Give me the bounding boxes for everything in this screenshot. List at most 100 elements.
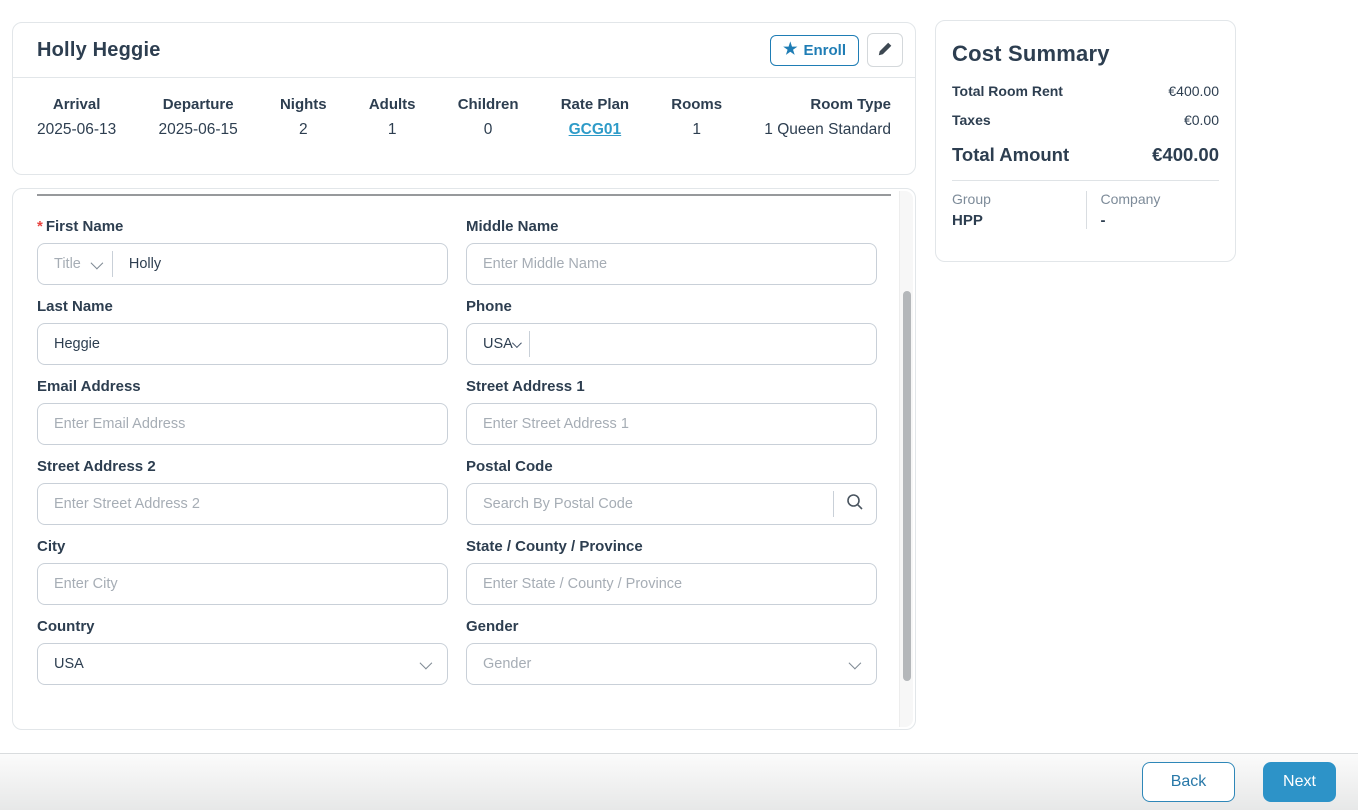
stay-col-rate-plan: Rate Plan GCG01: [561, 96, 629, 139]
state-input-group: [466, 563, 877, 605]
form-scrollbar-track[interactable]: [899, 191, 913, 727]
state-label: State / County / Province: [466, 538, 643, 555]
field-phone: Phone USA: [466, 298, 877, 365]
country-label: Country: [37, 618, 95, 635]
field-postal-code: Postal Code: [466, 458, 877, 525]
room-type-label: Room Type: [810, 96, 891, 113]
children-label: Children: [457, 96, 519, 113]
total-amount-value: €400.00: [1152, 144, 1219, 165]
departure-value: 2025-06-15: [158, 121, 238, 138]
group-col: Group HPP: [952, 191, 1086, 229]
stay-col-departure: Departure 2025-06-15: [158, 96, 237, 139]
adults-value: 1: [387, 121, 397, 138]
back-button[interactable]: Back: [1142, 762, 1235, 802]
field-street-address-2: Street Address 2: [37, 458, 448, 525]
phone-country-select[interactable]: USA: [467, 336, 529, 352]
company-label: Company: [1100, 191, 1161, 207]
arrival-value: 2025-06-13: [37, 121, 117, 138]
stay-col-nights: Nights 2: [280, 96, 327, 139]
adults-label: Adults: [368, 96, 416, 113]
stay-col-adults: Adults 1: [369, 96, 416, 139]
state-input[interactable]: [467, 564, 876, 604]
postal-code-input-group: [466, 483, 877, 525]
rate-plan-link[interactable]: GCG01: [569, 121, 622, 138]
street-address-1-input[interactable]: [467, 404, 876, 444]
field-gender: Gender Gender: [466, 618, 877, 685]
city-input[interactable]: [38, 564, 447, 604]
postal-code-label: Postal Code: [466, 458, 553, 475]
group-value: HPP: [952, 212, 983, 229]
stay-summary-row: Arrival 2025-06-13 Departure 2025-06-15 …: [13, 78, 915, 139]
rooms-label: Rooms: [671, 96, 723, 113]
cost-summary-title: Cost Summary: [952, 41, 1110, 66]
total-amount-label: Total Amount: [952, 144, 1070, 165]
last-name-label: Last Name: [37, 298, 113, 315]
country-select[interactable]: USA: [37, 643, 448, 685]
first-name-label: * First Name: [37, 218, 124, 235]
cost-row-total: Total Amount €400.00: [952, 144, 1219, 166]
guest-card: Holly Heggie ★ Enroll Arrival 2025-06-13…: [12, 22, 916, 175]
email-input[interactable]: [38, 404, 447, 444]
postal-code-input[interactable]: [467, 484, 833, 524]
first-name-input[interactable]: [112, 244, 447, 284]
room-rent-label: Total Room Rent: [952, 83, 1063, 99]
postal-code-search-button[interactable]: [834, 493, 876, 516]
field-middle-name: Middle Name: [466, 218, 877, 285]
field-country: Country USA: [37, 618, 448, 685]
arrival-label: Arrival: [52, 96, 101, 113]
guest-details-form-card: *First Name Title Middle Name Last Name: [12, 188, 916, 730]
room-rent-value: €400.00: [1168, 83, 1219, 99]
chevron-down-icon: [511, 337, 522, 348]
group-company-row: Group HPP Company -: [952, 191, 1219, 229]
cost-divider: [952, 180, 1219, 181]
street-address-2-input[interactable]: [38, 484, 447, 524]
stay-col-rooms: Rooms 1: [671, 96, 722, 139]
company-col: Company -: [1085, 191, 1220, 229]
phone-label: Phone: [466, 298, 512, 315]
middle-name-input-group: [466, 243, 877, 285]
gender-select[interactable]: Gender: [466, 643, 877, 685]
field-email: Email Address: [37, 378, 448, 445]
field-street-address-1: Street Address 1: [466, 378, 877, 445]
phone-input-group: USA: [466, 323, 877, 365]
enroll-button[interactable]: ★ Enroll: [770, 34, 859, 66]
street-address-1-label: Street Address 1: [466, 378, 585, 395]
next-button[interactable]: Next: [1263, 762, 1336, 802]
search-icon: [846, 493, 864, 516]
title-select[interactable]: Title: [38, 256, 112, 272]
street-address-1-input-group: [466, 403, 877, 445]
cost-row-room-rent: Total Room Rent €400.00: [952, 83, 1219, 99]
departure-label: Departure: [162, 96, 234, 113]
pencil-icon: [877, 41, 893, 60]
city-input-group: [37, 563, 448, 605]
email-label: Email Address: [37, 378, 141, 395]
field-city: City: [37, 538, 448, 605]
form-scrollbar-thumb[interactable]: [903, 291, 911, 681]
middle-name-input[interactable]: [467, 244, 876, 284]
rate-plan-label: Rate Plan: [560, 96, 630, 113]
guest-header: Holly Heggie ★ Enroll: [13, 23, 915, 78]
room-type-value: 1 Queen Standard: [764, 121, 891, 138]
city-label: City: [37, 538, 66, 555]
edit-button[interactable]: [867, 33, 903, 67]
last-name-input[interactable]: [38, 324, 447, 364]
chevron-down-icon: [848, 656, 862, 669]
cost-summary-card: Cost Summary Total Room Rent €400.00 Tax…: [935, 20, 1236, 262]
country-value: USA: [54, 656, 84, 672]
field-last-name: Last Name: [37, 298, 448, 365]
cost-row-taxes: Taxes €0.00: [952, 112, 1219, 128]
field-state: State / County / Province: [466, 538, 877, 605]
guest-name: Holly Heggie: [37, 38, 161, 61]
gender-label: Gender: [466, 618, 519, 635]
last-name-input-group: [37, 323, 448, 365]
guest-details-form: *First Name Title Middle Name Last Name: [13, 196, 915, 709]
first-name-input-group: Title: [37, 243, 448, 285]
company-value: -: [1100, 212, 1106, 229]
phone-input[interactable]: [529, 324, 876, 364]
street-address-2-label: Street Address 2: [37, 458, 156, 475]
stay-col-arrival: Arrival 2025-06-13: [37, 96, 116, 139]
star-icon: ★: [783, 41, 798, 58]
nights-value: 2: [298, 121, 308, 138]
field-first-name: * First Name Title: [37, 218, 448, 285]
chevron-down-icon: [419, 656, 433, 669]
